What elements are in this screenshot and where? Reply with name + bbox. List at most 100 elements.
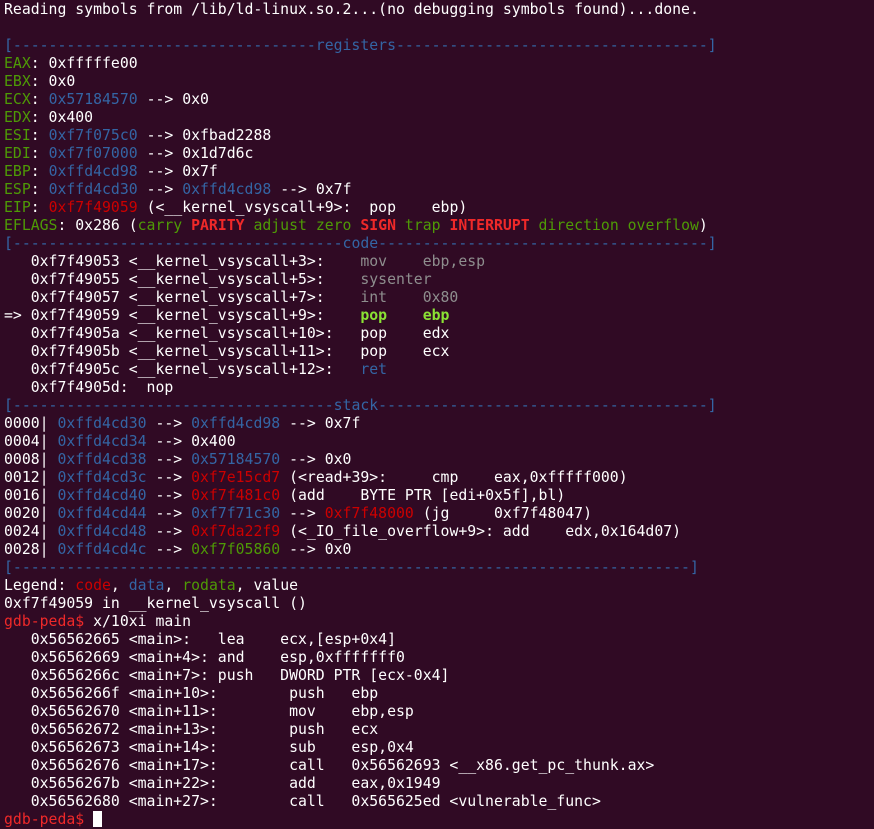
terminal-text-register-name: EBX — [4, 73, 31, 90]
terminal-text-default: 0012| — [4, 469, 58, 486]
terminal-line: 0028| 0xffd4cd4c --> 0xf7f05860 --> 0x0 — [4, 541, 872, 559]
terminal-text-default: 0020| — [4, 505, 58, 522]
terminal-text-default: (jg 0xf7f48047) — [413, 505, 592, 522]
terminal-line: [------------------------------------sta… — [4, 397, 872, 415]
terminal-line: [----------------------------------regis… — [4, 37, 872, 55]
terminal-line: 0020| 0xffd4cd44 --> 0xf7f71c30 --> 0xf7… — [4, 505, 872, 523]
terminal-text-default: : — [30, 127, 49, 144]
terminal-text-current-instruction: pop ebp — [360, 307, 450, 324]
terminal-text-default: Reading symbols from /lib/ld-linux.so.2.… — [4, 1, 699, 18]
terminal-text-separator: [------------------------------------ — [4, 397, 334, 414]
terminal-text-default: --> 0xfbad2288 — [137, 127, 272, 144]
terminal-text-dim-instruction: sysenter — [360, 271, 432, 288]
terminal-text-value-data: 0xf7f71c30 — [191, 505, 281, 522]
terminal-line: 0x5656266c <main+7>: push DWORD PTR [ecx… — [4, 667, 872, 685]
terminal-text-value-data: 0xffd4cd38 — [57, 451, 147, 468]
terminal-text-separator: [------------------------------------- — [4, 235, 343, 252]
terminal-text-default: => 0xf7f49059 <__kernel_vsyscall+9>: — [4, 307, 361, 324]
terminal-text-separator: [---------------------------------------… — [4, 559, 699, 576]
terminal-line: [---------------------------------------… — [4, 559, 872, 577]
terminal-text-default: 0xf7f4905c <__kernel_vsyscall+12>: — [4, 361, 361, 378]
terminal-text-default: 0x56562673 <main+14>: sub esp,0x4 — [4, 739, 414, 756]
terminal-text-value-data: 0xffd4cd98 — [48, 163, 138, 180]
terminal-text-dim-instruction: mov ebp,esp — [360, 253, 486, 270]
terminal-text-default: --> — [137, 181, 183, 198]
terminal-text-value-data: 0xffd4cd4c — [57, 541, 147, 558]
terminal-text-value-rodata: 0xf7f05860 — [191, 541, 281, 558]
terminal-text-default: 0x56562665 <main>: lea ecx,[esp+0x4] — [4, 631, 396, 648]
terminal-line: [-------------------------------------co… — [4, 235, 872, 253]
terminal-line: 0012| 0xffd4cd3c --> 0xf7e15cd7 (<read+3… — [4, 469, 872, 487]
terminal-text-default: 0xf7f49055 <__kernel_vsyscall+5>: — [4, 271, 361, 288]
terminal-text-default: (<__kernel_vsyscall+9>: pop ebp) — [137, 199, 468, 216]
terminal-text-default: 0028| — [4, 541, 58, 558]
terminal-line: 0024| 0xffd4cd48 --> 0xf7da22f9 (<_IO_fi… — [4, 523, 872, 541]
terminal-text-default: 0x56562670 <main+11>: mov ebp,esp — [4, 703, 414, 720]
terminal-text-default: , — [110, 577, 129, 594]
terminal-text-value-data: data — [128, 577, 165, 594]
terminal-text-default: : — [30, 145, 49, 162]
terminal-text-value-data: 0xffd4cd34 — [57, 433, 147, 450]
terminal-text-default: Legend: — [4, 577, 76, 594]
terminal-text-separator: stack — [333, 397, 379, 414]
terminal-line: gdb-peda$ — [4, 811, 872, 829]
terminal-text-default — [84, 811, 93, 828]
terminal-text-flag-set: PARITY — [191, 217, 245, 234]
terminal-text-default: ) — [698, 217, 708, 234]
terminal-line: 0xf7f4905c <__kernel_vsyscall+12>: ret — [4, 361, 872, 379]
terminal-text-default: : — [30, 199, 49, 216]
terminal-text-flag-clear: carry — [137, 217, 192, 234]
terminal-text-default: 0xf7f49053 <__kernel_vsyscall+3>: — [4, 253, 361, 270]
terminal-line: EAX: 0xfffffe00 — [4, 55, 872, 73]
terminal-text-prompt: gdb-peda$ — [4, 613, 85, 630]
terminal-text-default: --> — [146, 469, 192, 486]
terminal-text-value-rodata: rodata — [182, 577, 236, 594]
terminal-text-default: --> 0x400 — [146, 433, 236, 450]
terminal-text-default: --> — [146, 523, 192, 540]
terminal-text-value-code: 0xf7f481c0 — [191, 487, 281, 504]
terminal-text-value-code: code — [75, 577, 111, 594]
terminal-line: 0x5656267b <main+22>: add eax,0x1949 — [4, 775, 872, 793]
terminal-text-value-code: 0xf7e15cd7 — [191, 469, 281, 486]
terminal-text-default: 0024| — [4, 523, 58, 540]
terminal-line: ESI: 0xf7f075c0 --> 0xfbad2288 — [4, 127, 872, 145]
terminal-text-flag-clear: direction overflow — [529, 217, 699, 234]
terminal-text-register-name: EIP — [4, 199, 31, 216]
terminal-line: 0x56562669 <main+4>: and esp,0xfffffff0 — [4, 649, 872, 667]
terminal-text-default: , value — [235, 577, 299, 594]
terminal-line: Reading symbols from /lib/ld-linux.so.2.… — [4, 1, 872, 19]
terminal-text-value-data: 0xffd4cd30 — [48, 181, 138, 198]
terminal-text-default: x/10xi main — [84, 613, 192, 630]
terminal-text-default: : — [30, 181, 49, 198]
terminal-line: EFLAGS: 0x286 (carry PARITY adjust zero … — [4, 217, 872, 235]
terminal-line: EDI: 0xf7f07000 --> 0x1d7d6c — [4, 145, 872, 163]
terminal-line: EIP: 0xf7f49059 (<__kernel_vsyscall+9>: … — [4, 199, 872, 217]
terminal-line: 0x5656266f <main+10>: push ebp — [4, 685, 872, 703]
terminal-text-default: --> — [146, 415, 192, 432]
terminal-line: 0xf7f49053 <__kernel_vsyscall+3>: mov eb… — [4, 253, 872, 271]
terminal-line: 0x56562680 <main+27>: call 0x565625ed <v… — [4, 793, 872, 811]
terminal-line: 0x56562672 <main+13>: push ecx — [4, 721, 872, 739]
terminal-text-default: 0x56562672 <main+13>: push ecx — [4, 721, 379, 738]
terminal-text-default: (<_IO_file_overflow+9>: add edx,0x164d07… — [280, 523, 682, 540]
terminal-text-default: --> 0x0 — [280, 541, 352, 558]
terminal-text-flag-clear: trap — [396, 217, 450, 234]
terminal-text-dim-instruction: int 0x80 — [360, 289, 459, 306]
terminal-line: ESP: 0xffd4cd30 --> 0xffd4cd98 --> 0x7f — [4, 181, 872, 199]
terminal-text-default: 0xf7f4905b <__kernel_vsyscall+11>: pop e… — [4, 343, 450, 360]
terminal-line: 0004| 0xffd4cd34 --> 0x400 — [4, 433, 872, 451]
terminal-text-value-code: 0xf7da22f9 — [191, 523, 281, 540]
terminal-text-value-data: 0xffd4cd3c — [57, 469, 147, 486]
terminal-text-default: , — [164, 577, 183, 594]
terminal-text-default: --> 0x7f — [137, 163, 218, 180]
terminal-text-default: --> — [146, 451, 192, 468]
terminal-text-default: 0004| — [4, 433, 58, 450]
terminal-text-default: --> — [280, 505, 325, 522]
terminal-output[interactable]: Reading symbols from /lib/ld-linux.so.2.… — [4, 1, 872, 829]
terminal-text-value-data: 0x57184570 — [48, 91, 138, 108]
terminal-text-default: 0xf7f4905a <__kernel_vsyscall+10>: pop e… — [4, 325, 450, 342]
terminal-line: 0x56562673 <main+14>: sub esp,0x4 — [4, 739, 872, 757]
terminal-line: 0xf7f4905a <__kernel_vsyscall+10>: pop e… — [4, 325, 872, 343]
terminal-text-default: : 0x286 ( — [57, 217, 138, 234]
